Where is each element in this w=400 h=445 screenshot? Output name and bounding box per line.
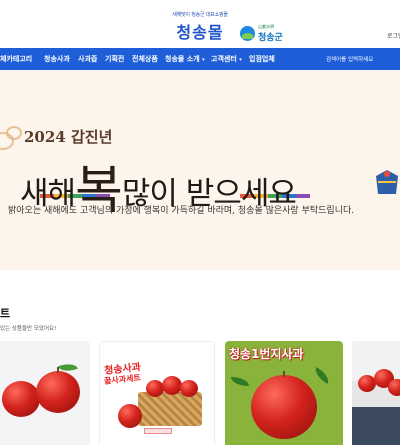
color-stripe — [296, 194, 310, 198]
partner-name: 청송군 — [258, 33, 283, 43]
chevron-down-icon: ▾ — [202, 57, 205, 63]
section-subtitle: 있는 상품들만 모았어요! — [0, 326, 57, 332]
main-nav: 체카테고리 청송사과 사과즙 기획전 전체상품 청송몰 소개 ▾ 고객센터 ▾ … — [0, 48, 400, 70]
product-card[interactable] — [352, 341, 400, 445]
leaf-image — [311, 367, 333, 384]
apple-image — [118, 404, 142, 428]
product-card[interactable]: 청송1번지사과 — [225, 341, 343, 445]
product-title: 청송1번지사과 — [229, 347, 304, 361]
nav-item-special[interactable]: 기획전 — [105, 54, 124, 64]
site-header: 새해맞이 청송군 대표쇼핑몰 청송몰 山紫水明 청송군 로그인 — [0, 0, 400, 46]
section-title: 트 — [0, 307, 11, 320]
apple-image — [388, 379, 400, 396]
apple-image — [162, 376, 182, 395]
apple-image — [251, 375, 317, 439]
product-subtitle: 꿀사과세트 — [103, 373, 142, 386]
county-emblem-icon — [240, 26, 255, 41]
apple-stem — [283, 371, 285, 377]
nav-item-vendors[interactable]: 입점업체 — [249, 54, 275, 64]
nav-item-support[interactable]: 고객센터 ▾ — [211, 54, 242, 64]
basket-image — [138, 392, 202, 426]
nav-item-apple-juice[interactable]: 사과즙 — [78, 54, 97, 64]
chevron-down-icon: ▾ — [239, 57, 242, 63]
card-photo — [352, 407, 400, 445]
apple-image — [180, 380, 198, 397]
partner-logo[interactable]: 山紫水明 청송군 — [240, 24, 283, 43]
login-link[interactable]: 로그인 — [387, 31, 400, 40]
apple-image — [2, 381, 40, 417]
cloud-ornament-icon — [6, 126, 22, 140]
nav-all-categories[interactable]: 체카테고리 — [0, 54, 32, 64]
leaf-image — [231, 377, 249, 386]
product-card[interactable] — [0, 341, 90, 445]
logo-text[interactable]: 청송몰 — [164, 19, 236, 43]
price-tag — [144, 428, 172, 434]
lucky-bag-icon — [376, 170, 398, 194]
site-logo[interactable]: 새해맞이 청송군 대표쇼핑몰 청송몰 — [164, 11, 236, 43]
nav-item-apples[interactable]: 청송사과 — [44, 54, 70, 64]
nav-search-hint[interactable]: 검색어를 입력하세요 — [326, 55, 373, 63]
hero-banner[interactable]: 2024 갑진년 새해복많이 받으세요 밝아오는 새해에도 고객님의 가정에 행… — [0, 70, 400, 270]
nav-item-about-label: 청송몰 소개 — [165, 55, 200, 63]
logo-tagline: 새해맞이 청송군 대표쇼핑몰 — [172, 12, 228, 18]
product-card[interactable]: 청송사과 꿀사과세트 — [99, 341, 215, 445]
apple-image — [36, 371, 80, 413]
banner-subtitle: 밝아오는 새해에도 고객님의 가정에 행복이 가득하길 바라며, 청송몰 많은사… — [8, 206, 355, 216]
nav-item-about[interactable]: 청송몰 소개 ▾ — [165, 54, 205, 64]
nav-item-all-products[interactable]: 전체상품 — [132, 54, 158, 64]
nav-item-support-label: 고객센터 — [211, 55, 237, 63]
